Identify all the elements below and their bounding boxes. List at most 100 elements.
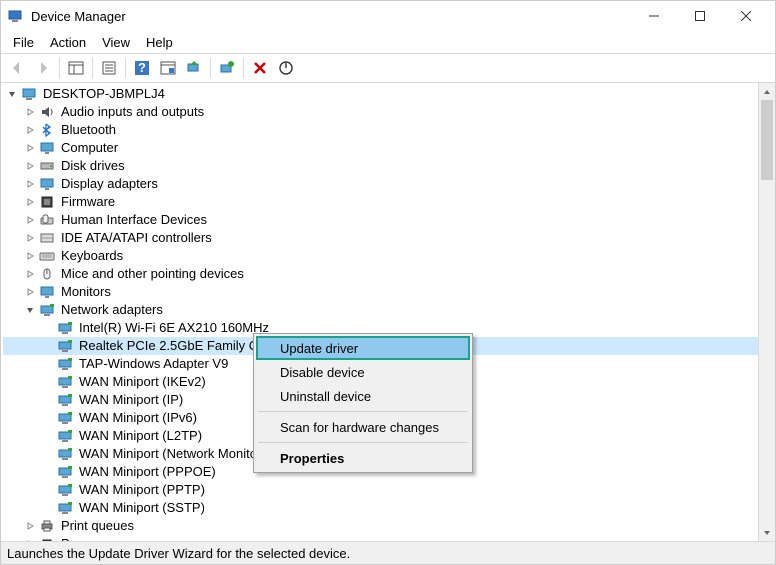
category-node[interactable]: Computer xyxy=(3,139,758,157)
menu-action[interactable]: Action xyxy=(42,33,94,52)
network-adapter-icon xyxy=(57,356,73,372)
context-update-driver[interactable]: Update driver xyxy=(256,336,470,360)
content-area: DESKTOP-JBMPLJ4 Audio inputs and outputs… xyxy=(1,83,775,542)
expand-icon[interactable] xyxy=(23,537,37,541)
category-node-network[interactable]: Network adapters xyxy=(3,301,758,319)
firmware-icon xyxy=(39,194,55,210)
toolbar-separator xyxy=(210,58,211,78)
maximize-button[interactable] xyxy=(677,1,723,31)
forward-button[interactable] xyxy=(31,56,55,80)
show-hide-tree-button[interactable] xyxy=(64,56,88,80)
svg-text:?: ? xyxy=(138,60,146,75)
tree-node-label: Display adapters xyxy=(59,175,160,193)
category-node[interactable]: Keyboards xyxy=(3,247,758,265)
processor-icon xyxy=(39,536,55,541)
help-button[interactable]: ? xyxy=(130,56,154,80)
tree-node-label: Audio inputs and outputs xyxy=(59,103,206,121)
category-node[interactable]: Processors xyxy=(3,535,758,541)
minimize-button[interactable] xyxy=(631,1,677,31)
category-node[interactable]: Human Interface Devices xyxy=(3,211,758,229)
category-node[interactable]: IDE ATA/ATAPI controllers xyxy=(3,229,758,247)
tree-node-label: Bluetooth xyxy=(59,121,118,139)
category-node[interactable]: Monitors xyxy=(3,283,758,301)
tree-node-label: Computer xyxy=(59,139,120,157)
menu-file[interactable]: File xyxy=(5,33,42,52)
disk-icon xyxy=(39,158,55,174)
expand-icon[interactable] xyxy=(23,141,37,155)
titlebar: Device Manager xyxy=(1,1,775,31)
network-adapter-icon xyxy=(57,392,73,408)
expand-icon[interactable] xyxy=(23,249,37,263)
category-node[interactable]: Firmware xyxy=(3,193,758,211)
action-button[interactable] xyxy=(156,56,180,80)
menu-view[interactable]: View xyxy=(94,33,138,52)
toolbar: ? xyxy=(1,53,775,83)
network-adapter-icon xyxy=(57,410,73,426)
properties-button[interactable] xyxy=(97,56,121,80)
expand-icon[interactable] xyxy=(23,231,37,245)
category-node[interactable]: Audio inputs and outputs xyxy=(3,103,758,121)
toolbar-separator xyxy=(125,58,126,78)
tree-node-label: DESKTOP-JBMPLJ4 xyxy=(41,85,167,103)
statusbar: Launches the Update Driver Wizard for th… xyxy=(1,542,775,564)
tree-node-label: Processors xyxy=(59,535,128,541)
collapse-icon[interactable] xyxy=(23,303,37,317)
back-button[interactable] xyxy=(5,56,29,80)
context-disable-device[interactable]: Disable device xyxy=(256,360,470,384)
tree-node-label: Network adapters xyxy=(59,301,165,319)
context-scan-hardware[interactable]: Scan for hardware changes xyxy=(256,415,470,439)
network-adapter-icon xyxy=(57,374,73,390)
expand-icon[interactable] xyxy=(23,267,37,281)
root-node[interactable]: DESKTOP-JBMPLJ4 xyxy=(3,85,758,103)
tree-node-label: Print queues xyxy=(59,517,136,535)
device-node[interactable]: WAN Miniport (SSTP) xyxy=(3,499,758,517)
tree-node-label: Mice and other pointing devices xyxy=(59,265,246,283)
tree-node-label: Realtek PCIe 2.5GbE Family Cont xyxy=(77,337,278,355)
keyboard-icon xyxy=(39,248,55,264)
tree-node-label: WAN Miniport (IPv6) xyxy=(77,409,199,427)
scroll-down-button[interactable] xyxy=(759,524,775,541)
category-node[interactable]: Bluetooth xyxy=(3,121,758,139)
scroll-thumb[interactable] xyxy=(761,100,773,180)
twisty-none xyxy=(41,447,55,461)
context-separator xyxy=(258,442,468,443)
expand-icon[interactable] xyxy=(23,177,37,191)
network-adapter-icon xyxy=(57,500,73,516)
expand-icon[interactable] xyxy=(23,285,37,299)
tree-node-label: IDE ATA/ATAPI controllers xyxy=(59,229,214,247)
context-properties[interactable]: Properties xyxy=(256,446,470,470)
category-node[interactable]: Mice and other pointing devices xyxy=(3,265,758,283)
device-node[interactable]: WAN Miniport (PPTP) xyxy=(3,481,758,499)
window-controls xyxy=(631,1,769,31)
twisty-none xyxy=(41,339,55,353)
scroll-up-button[interactable] xyxy=(759,83,775,100)
expand-icon[interactable] xyxy=(23,159,37,173)
network-adapter-icon xyxy=(57,428,73,444)
uninstall-button[interactable] xyxy=(248,56,272,80)
collapse-icon[interactable] xyxy=(5,87,19,101)
category-node[interactable]: Display adapters xyxy=(3,175,758,193)
expand-icon[interactable] xyxy=(23,519,37,533)
network-icon xyxy=(39,302,55,318)
twisty-none xyxy=(41,393,55,407)
window-title: Device Manager xyxy=(31,9,631,24)
category-node[interactable]: Disk drives xyxy=(3,157,758,175)
tree-node-label: WAN Miniport (PPTP) xyxy=(77,481,207,499)
expand-icon[interactable] xyxy=(23,105,37,119)
mouse-icon xyxy=(39,266,55,282)
network-adapter-icon xyxy=(57,320,73,336)
scroll-track[interactable] xyxy=(759,100,775,524)
twisty-none xyxy=(41,321,55,335)
update-driver-button[interactable] xyxy=(182,56,206,80)
expand-icon[interactable] xyxy=(23,213,37,227)
category-node[interactable]: Print queues xyxy=(3,517,758,535)
scan-hardware-button[interactable] xyxy=(215,56,239,80)
close-button[interactable] xyxy=(723,1,769,31)
expand-icon[interactable] xyxy=(23,123,37,137)
device-tree[interactable]: DESKTOP-JBMPLJ4 Audio inputs and outputs… xyxy=(1,83,758,541)
expand-icon[interactable] xyxy=(23,195,37,209)
menu-help[interactable]: Help xyxy=(138,33,181,52)
disable-button[interactable] xyxy=(274,56,298,80)
vertical-scrollbar[interactable] xyxy=(758,83,775,541)
context-uninstall-device[interactable]: Uninstall device xyxy=(256,384,470,408)
